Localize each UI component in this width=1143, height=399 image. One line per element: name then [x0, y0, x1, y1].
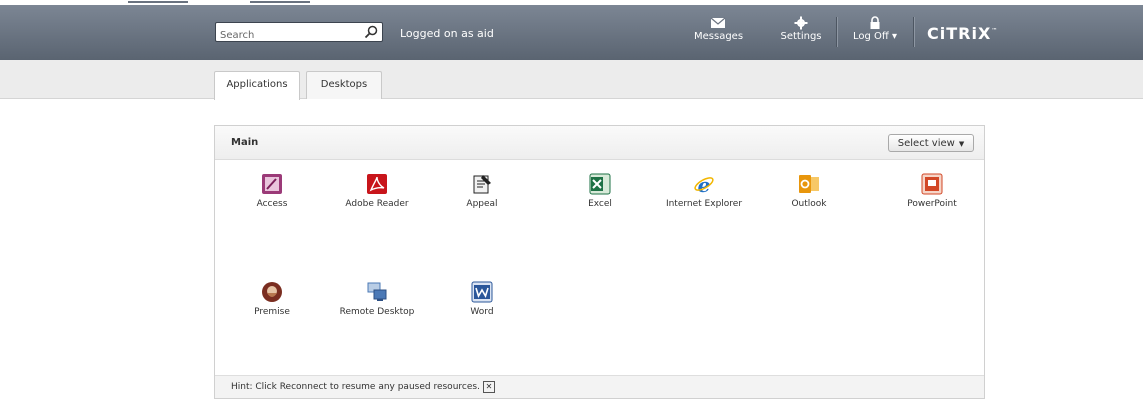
select-view-label: Select view [897, 138, 955, 149]
search-input[interactable] [216, 26, 362, 45]
app-internet-explorer[interactable]: e Internet Explorer [656, 173, 752, 209]
app-label: Remote Desktop [339, 307, 415, 317]
select-view-dropdown[interactable]: Select view ▼ [888, 134, 974, 152]
app-outlook[interactable]: Outlook [761, 173, 857, 209]
app-excel[interactable]: Excel [552, 173, 648, 209]
app-adobe-reader[interactable]: Adobe Reader [329, 173, 425, 209]
app-access[interactable]: Access [224, 173, 320, 209]
app-label: Appeal [466, 199, 498, 209]
app-premise[interactable]: Premise [224, 281, 320, 317]
adobe-reader-icon [367, 174, 387, 194]
top-strip-segment [250, 1, 310, 3]
premise-icon [262, 282, 282, 302]
app-label: Internet Explorer [665, 199, 743, 209]
header-divider [913, 17, 915, 47]
citrix-logo: CiTRiX™ [927, 24, 998, 43]
gear-icon [794, 16, 808, 30]
settings-button[interactable]: Settings [779, 16, 823, 42]
panel-header: Main Select view ▼ [215, 126, 984, 160]
app-label: Premise [254, 307, 290, 317]
word-icon [471, 281, 493, 303]
tab-applications[interactable]: Applications [214, 71, 300, 100]
settings-label: Settings [780, 31, 822, 42]
panel-title: Main [231, 137, 259, 148]
app-label: PowerPoint [907, 199, 957, 209]
outlook-icon [799, 175, 819, 193]
app-label: Access [256, 199, 288, 209]
app-label: Outlook [791, 199, 827, 209]
access-icon [262, 174, 282, 194]
hint-bar: Hint: Click Reconnect to resume any paus… [215, 375, 984, 398]
app-label: Excel [588, 199, 612, 209]
logged-in-label: Logged on as aid [400, 27, 494, 40]
top-strip-segment [128, 1, 188, 3]
header-bar: Logged on as aid Messages Settings Log O… [0, 5, 1143, 60]
app-appeal[interactable]: Appeal [434, 173, 530, 209]
excel-icon [589, 173, 611, 195]
messages-button[interactable]: Messages [694, 16, 744, 42]
remote-desktop-icon [367, 282, 387, 301]
messages-label: Messages [694, 31, 744, 42]
search-box[interactable] [215, 22, 383, 45]
svg-text:e: e [698, 173, 711, 195]
app-word[interactable]: Word [434, 281, 530, 317]
app-remote-desktop[interactable]: Remote Desktop [329, 281, 425, 317]
lock-icon [870, 16, 880, 29]
brand-text: CiTRiX [927, 24, 992, 43]
search-icon[interactable] [363, 24, 379, 40]
applications-panel: Main Select view ▼ Access Adobe Reader Ap… [214, 125, 985, 399]
trademark-mark: ™ [991, 27, 999, 35]
tab-desktops[interactable]: Desktops [306, 71, 382, 99]
log-off-button[interactable]: Log Off ▾ [849, 16, 901, 42]
app-powerpoint[interactable]: PowerPoint [884, 173, 980, 209]
chevron-down-icon: ▼ [958, 140, 965, 148]
powerpoint-icon [921, 173, 943, 195]
internet-explorer-icon: e [694, 173, 714, 195]
hint-text: Hint: Click Reconnect to resume any paus… [231, 382, 480, 392]
app-label: Adobe Reader [345, 199, 409, 209]
close-icon[interactable]: ✕ [483, 381, 495, 393]
envelope-icon [710, 17, 726, 28]
header-divider [836, 17, 838, 47]
appeal-icon [473, 175, 491, 194]
app-label: Word [470, 307, 494, 317]
tab-bar: Applications Desktops [0, 60, 1143, 100]
log-off-label: Log Off ▾ [853, 31, 897, 42]
